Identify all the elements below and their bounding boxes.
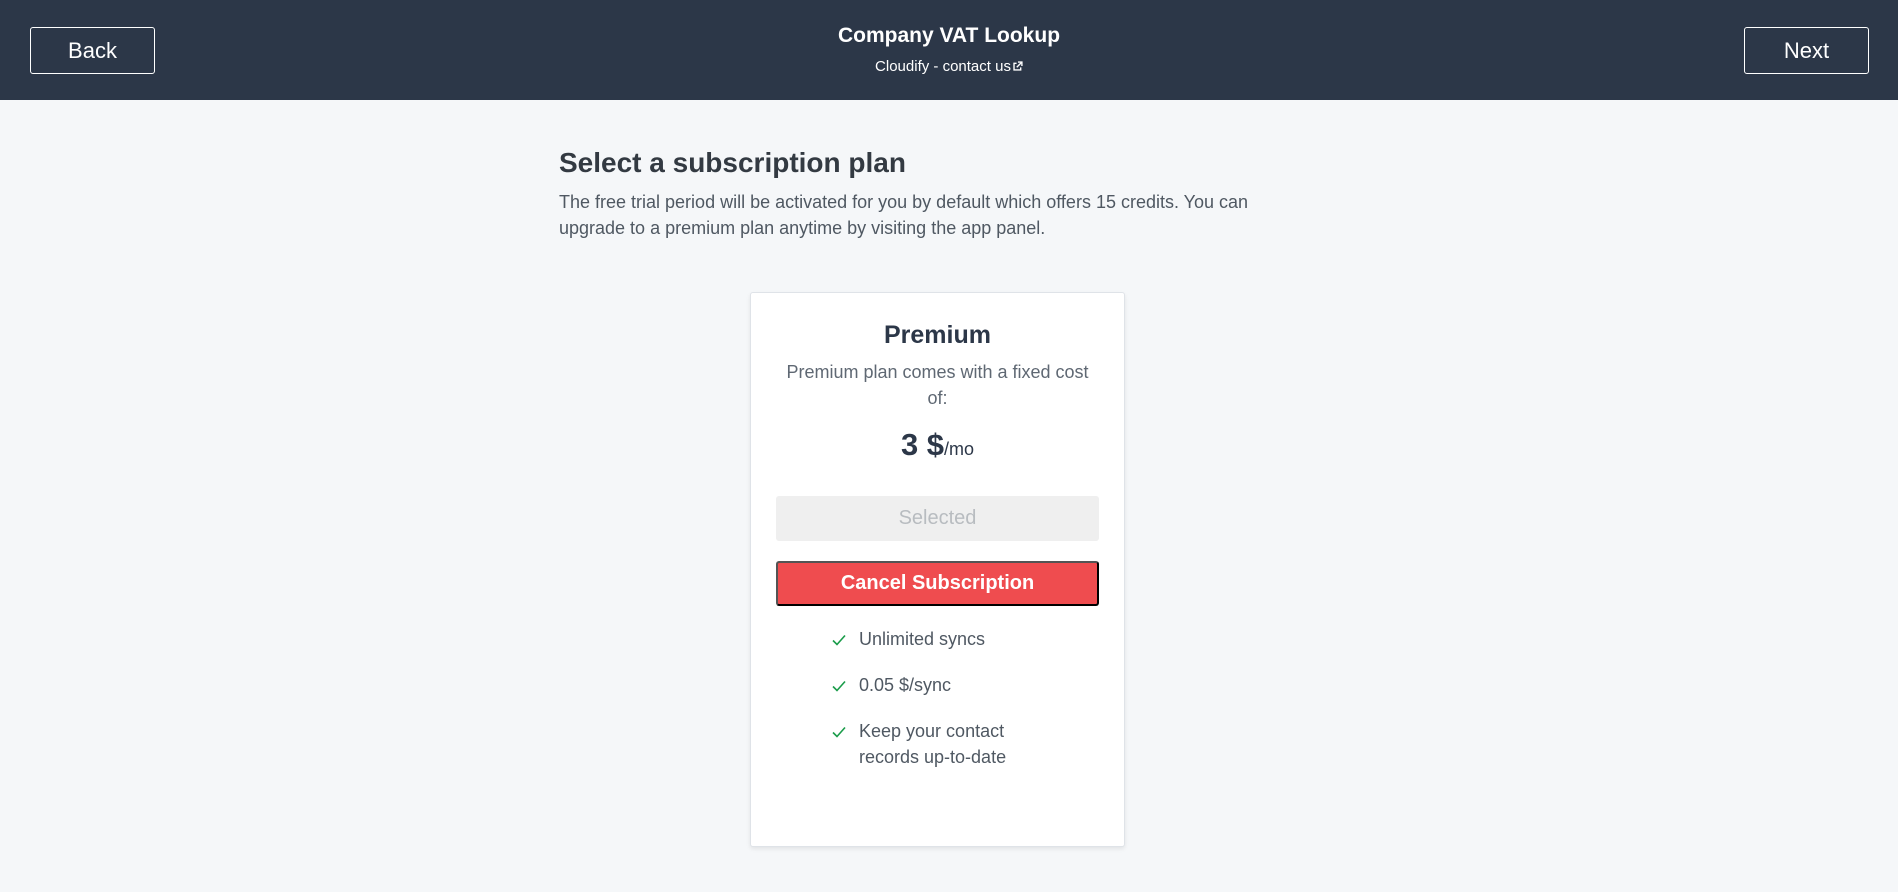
feature-item: Unlimited syncs <box>831 626 1071 652</box>
page-title: Select a subscription plan <box>559 147 906 178</box>
main-content: Select a subscription plan The free tria… <box>559 145 1319 241</box>
app-title: Company VAT Lookup <box>837 24 1061 47</box>
feature-label: Unlimited syncs <box>859 629 986 649</box>
feature-list: Unlimited syncs 0.05 $/sync Keep your co… <box>831 626 1071 790</box>
feature-item: 0.05 $/sync <box>831 672 1071 698</box>
next-button[interactable]: Next <box>1744 27 1869 74</box>
feature-label: Keep your contact records up-to-date <box>859 721 1007 767</box>
plan-description: Premium plan comes with a fixed cost of: <box>786 362 1089 408</box>
cancel-subscription-button[interactable]: Cancel Subscription <box>776 561 1099 606</box>
price-amount: 3 $ <box>900 427 945 462</box>
check-icon <box>832 680 846 692</box>
contact-link-row: Cloudify - contact us <box>0 57 1898 77</box>
feature-label: 0.05 $/sync <box>859 675 952 695</box>
contact-link[interactable]: Cloudify - contact us <box>875 58 1011 75</box>
external-link-icon[interactable] <box>1012 61 1023 72</box>
plan-price: 3 $/mo <box>751 427 1124 463</box>
price-unit: /mo <box>944 439 975 459</box>
check-icon <box>832 634 846 646</box>
selected-button: Selected <box>776 496 1099 541</box>
top-bar: Back Company VAT Lookup Cloudify - conta… <box>0 0 1898 100</box>
check-icon <box>832 726 846 738</box>
plan-name: Premium <box>884 321 991 349</box>
premium-plan-card: Premium Premium plan comes with a fixed … <box>750 292 1125 847</box>
feature-item: Keep your contact records up-to-date <box>831 718 1071 770</box>
page-description: The free trial period will be activated … <box>559 192 1249 238</box>
